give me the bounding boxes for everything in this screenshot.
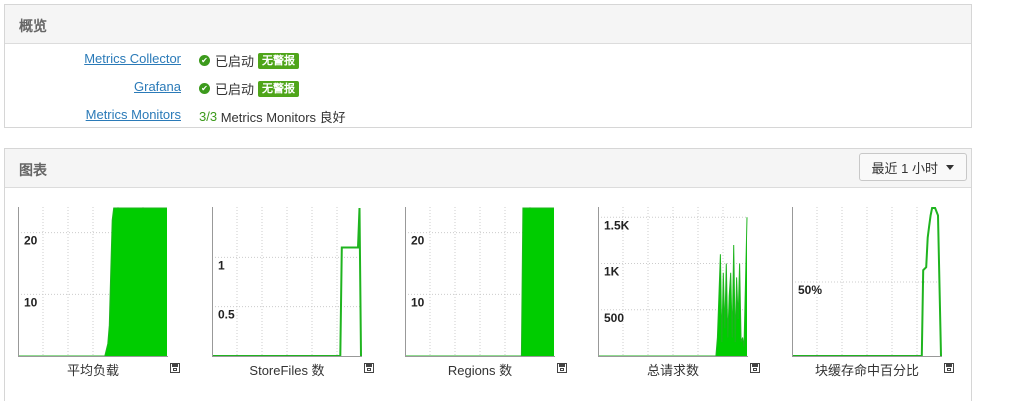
chart-title: 平均负载 [66, 363, 119, 378]
chart-title: StoreFiles 数 [249, 363, 325, 378]
chart-title: 块缓存命中百分比 [814, 363, 919, 378]
chart-title: 总请求数 [646, 363, 699, 378]
alert-badge: 无警报 [258, 52, 300, 69]
monitors-count: 3/3 [199, 109, 218, 124]
chart-title: Regions 数 [447, 363, 513, 378]
service-status: ✔ 已启动 无警报 [199, 79, 300, 98]
service-status: ✔ 已启动 无警报 [199, 51, 300, 70]
chart-2: 1 0.5 StoreFiles 数 [212, 207, 374, 378]
check-circle-icon: ✔ [199, 55, 210, 66]
time-range-dropdown[interactable]: 最近 1 小时 [858, 153, 967, 181]
save-icon[interactable] [750, 363, 760, 373]
chart-5: 50% 块缓存命中百分比 [792, 207, 954, 378]
chart-3: 20 10 Regions 数 [405, 207, 567, 378]
chart-plot: 10.5 [212, 207, 362, 357]
y-tick-label: 0.5 [218, 308, 235, 322]
y-tick-label: 20 [24, 234, 38, 248]
alert-badge: 无警报 [258, 80, 300, 97]
service-row-metrics-collector: Metrics Collector ✔ 已启动 无警报 [5, 49, 965, 69]
chart-1: 20 10 平均负载 [18, 207, 180, 378]
y-tick-label: 1.5K [604, 218, 630, 232]
y-tick-label: 500 [604, 311, 624, 325]
y-tick-label: 50% [798, 283, 822, 297]
status-text: 已启动 [215, 82, 255, 97]
chart-plot: 50% [792, 207, 942, 357]
chart-4: 1.5K 1K 500 总请求数 [598, 207, 760, 378]
time-range-label: 最近 1 小时 [871, 160, 938, 176]
save-icon[interactable] [364, 363, 374, 373]
caret-down-icon [946, 164, 954, 170]
overview-title: 概览 [19, 18, 47, 34]
service-row-grafana: Grafana ✔ 已启动 无警报 [5, 77, 965, 97]
service-row-metrics-monitors: Metrics Monitors 3/3 Metrics Monitors 良好 [5, 105, 965, 125]
save-icon[interactable] [944, 363, 954, 373]
y-tick-label: 1 [218, 258, 225, 272]
save-icon[interactable] [557, 363, 567, 373]
metrics-collector-link[interactable]: Metrics Collector [84, 51, 181, 66]
charts-header: 图表 最近 1 小时 [5, 149, 971, 188]
y-tick-label: 10 [411, 295, 425, 309]
monitors-text: Metrics Monitors 良好 [220, 110, 346, 125]
chart-plot: 2010 [405, 207, 555, 357]
charts-title: 图表 [19, 162, 47, 178]
save-icon[interactable] [170, 363, 180, 373]
check-circle-icon: ✔ [199, 83, 210, 94]
series-area [599, 217, 747, 356]
y-tick-label: 1K [604, 265, 620, 279]
metrics-monitors-link[interactable]: Metrics Monitors [86, 107, 181, 122]
status-text: 已启动 [215, 54, 255, 69]
overview-panel: 概览 Metrics Collector ✔ 已启动 无警报 Grafana ✔… [4, 4, 972, 128]
y-tick-label: 20 [411, 234, 425, 248]
y-tick-label: 10 [24, 295, 38, 309]
chart-plot: 1.5K 1K 500 [598, 207, 748, 357]
monitors-status: 3/3 Metrics Monitors 良好 [199, 107, 346, 126]
grafana-link[interactable]: Grafana [134, 79, 181, 94]
chart-plot: 2010 [18, 207, 168, 357]
axis [212, 207, 362, 357]
overview-header: 概览 [5, 5, 971, 44]
